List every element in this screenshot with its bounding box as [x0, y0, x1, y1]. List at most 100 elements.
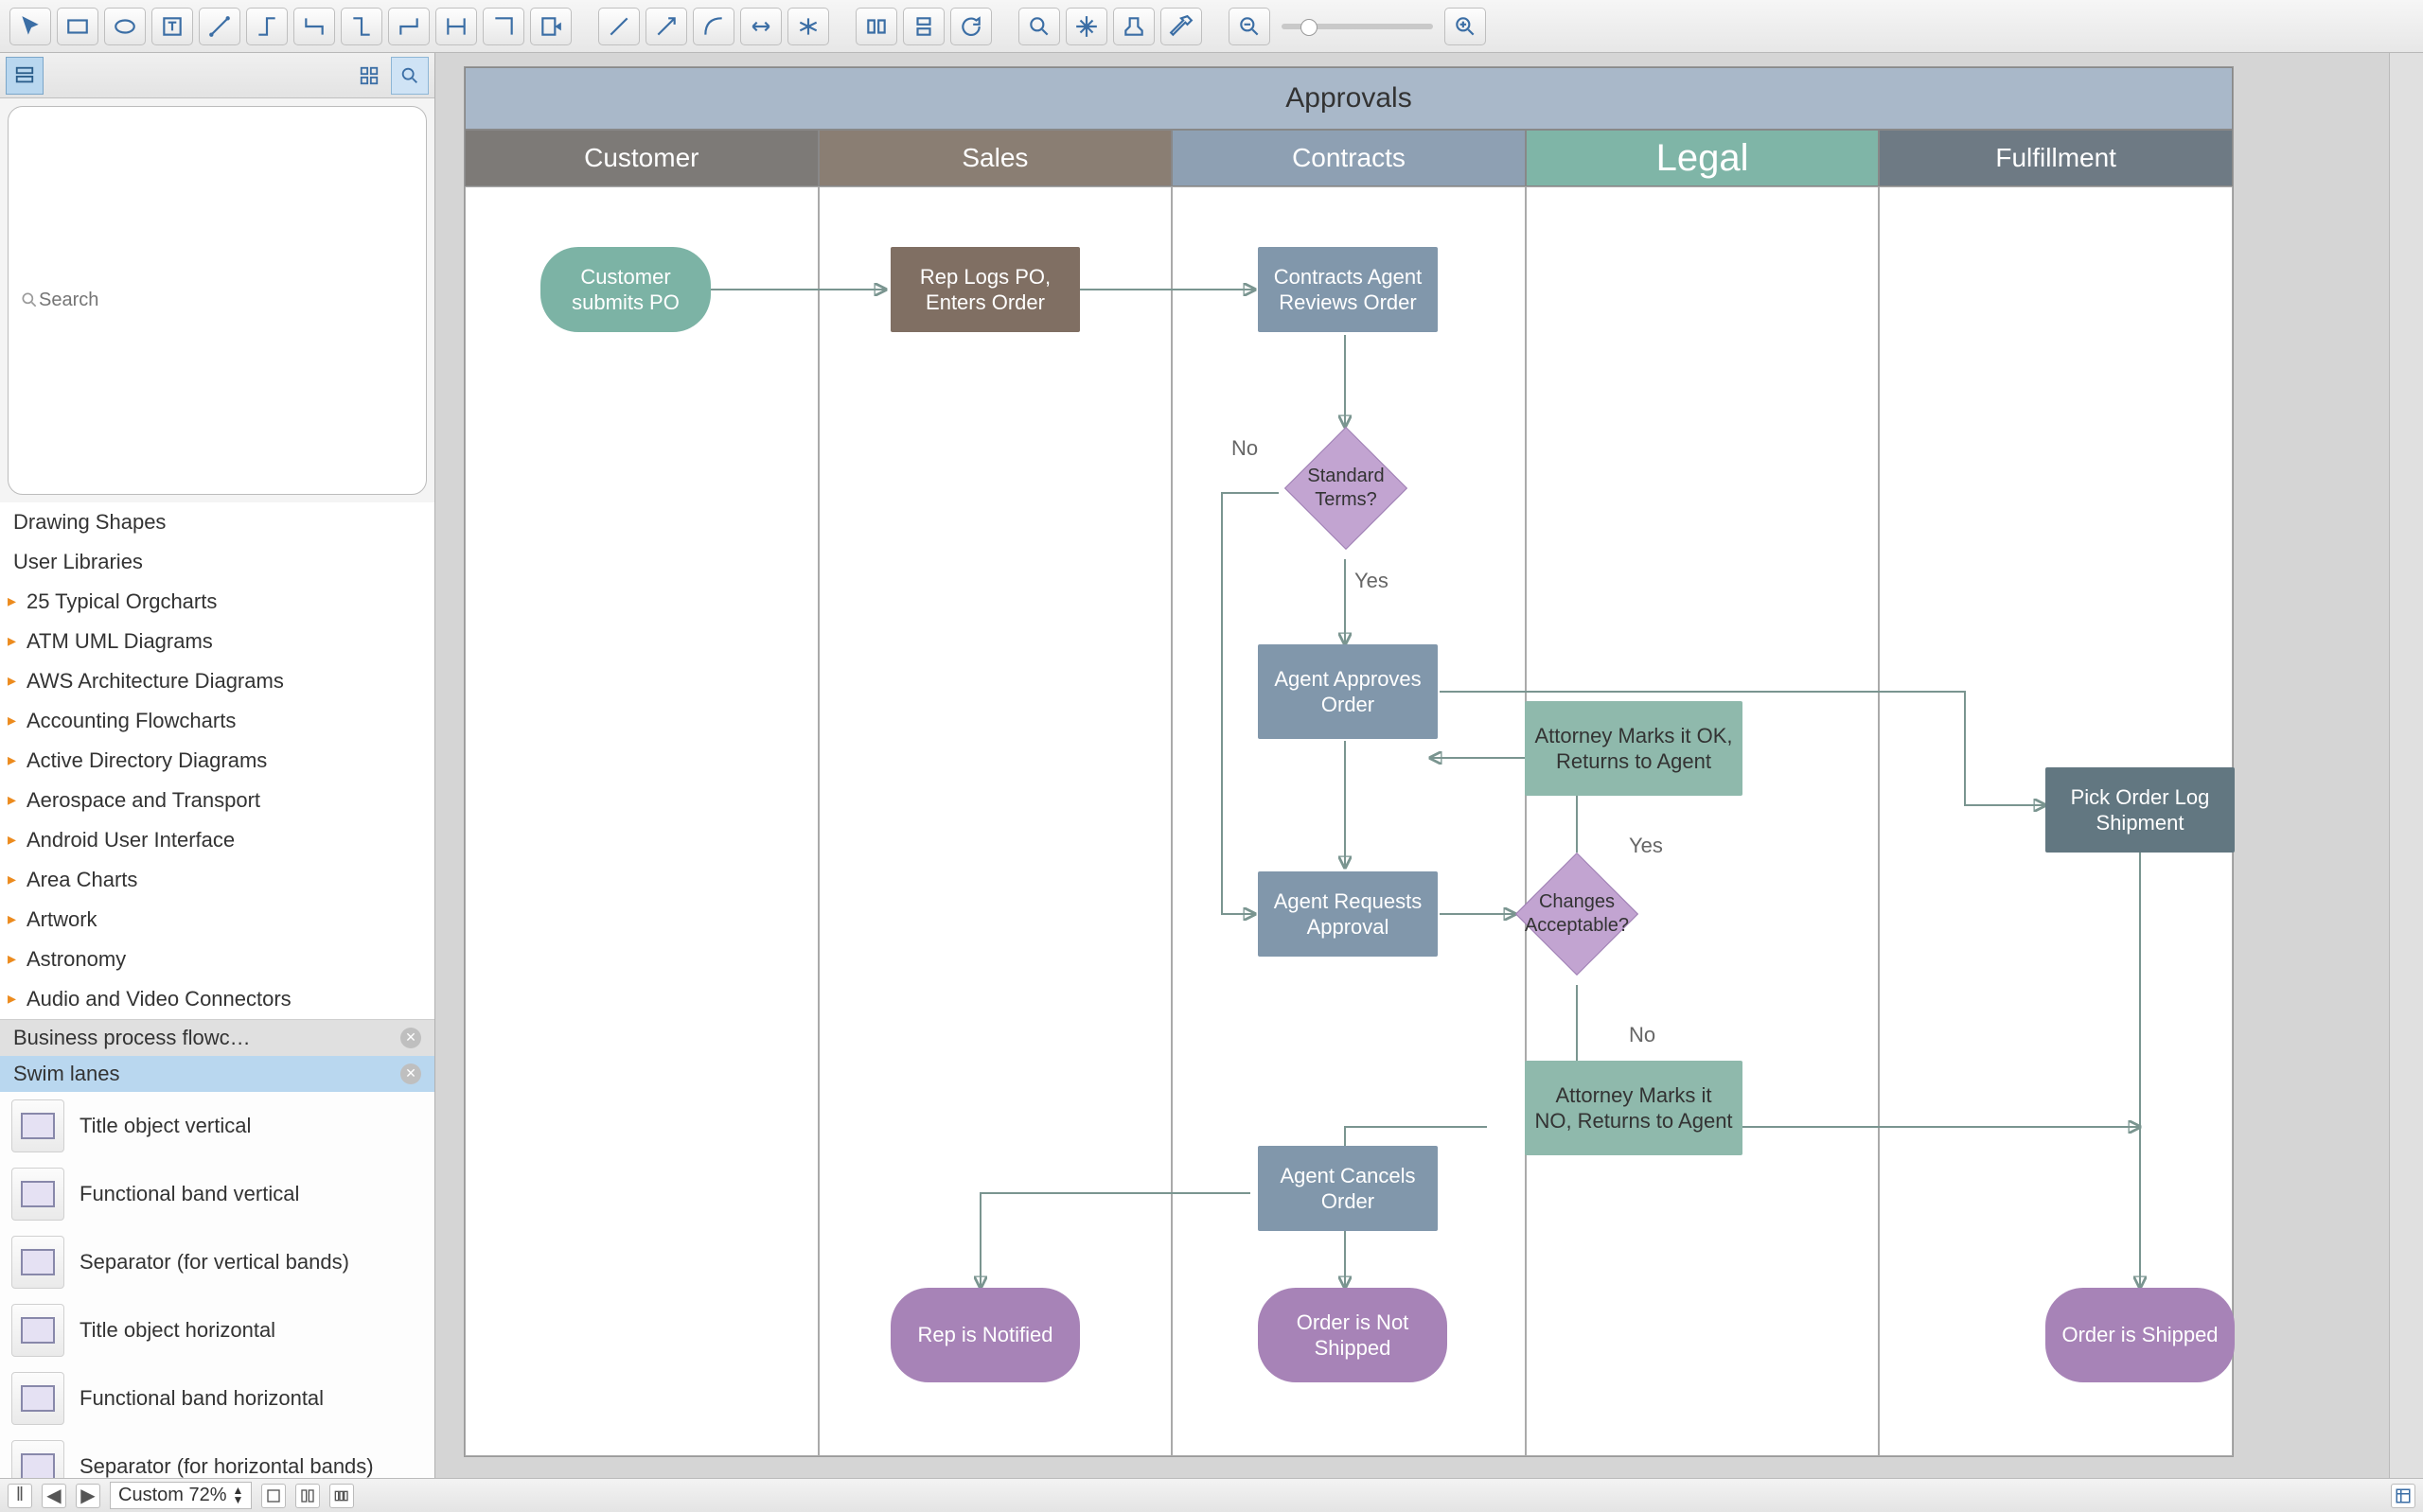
- search-view-icon[interactable]: [391, 57, 429, 95]
- tree-item[interactable]: 25 Typical Orgcharts: [0, 582, 434, 622]
- view-mode-3[interactable]: [329, 1484, 354, 1508]
- ellipse-tool[interactable]: [104, 8, 146, 45]
- curve-tool[interactable]: [693, 8, 734, 45]
- tree-item[interactable]: Active Directory Diagrams: [0, 741, 434, 781]
- tree-item[interactable]: Accounting Flowcharts: [0, 701, 434, 741]
- flip-h-tool[interactable]: [856, 8, 897, 45]
- connector-tool-2[interactable]: [246, 8, 288, 45]
- lane[interactable]: [819, 186, 1173, 1456]
- lane-header[interactable]: Customer: [465, 130, 819, 186]
- node-not-shipped[interactable]: Order is Not Shipped: [1258, 1288, 1447, 1382]
- shape-item[interactable]: Title object horizontal: [0, 1296, 434, 1364]
- lane[interactable]: [1526, 186, 1880, 1456]
- connector-tool-4[interactable]: [341, 8, 382, 45]
- tree-item[interactable]: Astronomy: [0, 940, 434, 979]
- node-agent-cancels[interactable]: Agent Cancels Order: [1258, 1146, 1438, 1231]
- node-rep-notified[interactable]: Rep is Notified: [891, 1288, 1080, 1382]
- lane-header[interactable]: Contracts: [1172, 130, 1526, 186]
- node-attorney-ok[interactable]: Attorney Marks it OK, Returns to Agent: [1525, 701, 1742, 796]
- swimlane-title[interactable]: Approvals: [465, 67, 2233, 130]
- shape-item[interactable]: Title object vertical: [0, 1092, 434, 1160]
- toolbar: [0, 0, 2423, 53]
- library-tab[interactable]: Business process flowc…✕: [0, 1020, 434, 1056]
- shape-thumb-icon: [11, 1168, 64, 1221]
- connector-tool-7[interactable]: [483, 8, 524, 45]
- eyedropper-tool[interactable]: [1160, 8, 1202, 45]
- label-yes: Yes: [1354, 569, 1388, 593]
- lane[interactable]: [1172, 186, 1526, 1456]
- lane-header[interactable]: Legal: [1526, 130, 1880, 186]
- zoom-out-button[interactable]: [1229, 8, 1270, 45]
- canvas-viewport[interactable]: Approvals Customer Sales Contracts Legal…: [435, 53, 2389, 1478]
- tree-item[interactable]: AWS Architecture Diagrams: [0, 661, 434, 701]
- view-mode-2[interactable]: [295, 1484, 320, 1508]
- shape-item[interactable]: Separator (for horizontal bands): [0, 1433, 434, 1479]
- node-contracts-review[interactable]: Contracts Agent Reviews Order: [1258, 247, 1438, 332]
- connector-tool-1[interactable]: [199, 8, 240, 45]
- close-icon[interactable]: ✕: [400, 1064, 421, 1084]
- stamp-tool[interactable]: [1113, 8, 1155, 45]
- tree-item[interactable]: Artwork: [0, 900, 434, 940]
- connector-tool-5[interactable]: [388, 8, 430, 45]
- node-attorney-no[interactable]: Attorney Marks it NO, Returns to Agent: [1525, 1061, 1742, 1155]
- connector-tool-3[interactable]: [293, 8, 335, 45]
- line-tool[interactable]: [598, 8, 640, 45]
- zoom-tool[interactable]: [1018, 8, 1060, 45]
- double-arrow-tool[interactable]: [740, 8, 782, 45]
- library-view-icon[interactable]: [6, 57, 44, 95]
- node-agent-requests[interactable]: Agent Requests Approval: [1258, 871, 1438, 957]
- library-tabs: Business process flowc…✕ Swim lanes✕: [0, 1020, 434, 1092]
- export-tool[interactable]: [530, 8, 572, 45]
- shape-item[interactable]: Functional band horizontal: [0, 1364, 434, 1433]
- shape-thumb-icon: [11, 1372, 64, 1425]
- node-standard-terms[interactable]: Standard Terms?: [1284, 427, 1407, 550]
- search-input[interactable]: [39, 290, 415, 311]
- grid-view-icon[interactable]: [353, 60, 385, 92]
- tree-item[interactable]: Area Charts: [0, 860, 434, 900]
- shape-thumb-icon: [11, 1440, 64, 1479]
- stepper-icon[interactable]: ▲▼: [233, 1486, 244, 1504]
- node-pick-order[interactable]: Pick Order Log Shipment: [2045, 767, 2235, 853]
- arrow-tool[interactable]: [646, 8, 687, 45]
- library-tab[interactable]: Swim lanes✕: [0, 1056, 434, 1092]
- view-mode-1[interactable]: [261, 1484, 286, 1508]
- tree-item[interactable]: User Libraries: [0, 542, 434, 582]
- close-icon[interactable]: ✕: [400, 1028, 421, 1048]
- drawing-page[interactable]: Approvals Customer Sales Contracts Legal…: [464, 66, 2234, 1457]
- prev-page-button[interactable]: ◀: [42, 1484, 66, 1508]
- lane[interactable]: [465, 186, 819, 1456]
- node-rep-logs[interactable]: Rep Logs PO, Enters Order: [891, 247, 1080, 332]
- node-customer-po[interactable]: Customer submits PO: [540, 247, 711, 332]
- sidebar: Drawing Shapes User Libraries 25 Typical…: [0, 53, 435, 1478]
- zoom-in-button[interactable]: [1444, 8, 1486, 45]
- shape-item[interactable]: Separator (for vertical bands): [0, 1228, 434, 1296]
- tree-item[interactable]: Drawing Shapes: [0, 502, 434, 542]
- node-shipped[interactable]: Order is Shipped: [2045, 1288, 2235, 1382]
- rectangle-tool[interactable]: [57, 8, 98, 45]
- pan-tool[interactable]: [1066, 8, 1107, 45]
- zoom-field[interactable]: Custom 72% ▲▼: [110, 1482, 252, 1509]
- tree-item[interactable]: ATM UML Diagrams: [0, 622, 434, 661]
- pause-icon[interactable]: ‖: [8, 1484, 32, 1508]
- zoom-slider[interactable]: [1282, 24, 1433, 29]
- node-changes-acceptable[interactable]: Changes Acceptable?: [1515, 853, 1638, 976]
- rotate-tool[interactable]: [950, 8, 992, 45]
- shape-item[interactable]: Functional band vertical: [0, 1160, 434, 1228]
- tree-item[interactable]: Audio and Video Connectors: [0, 979, 434, 1019]
- search-field-wrap[interactable]: [8, 106, 427, 495]
- node-agent-approves[interactable]: Agent Approves Order: [1258, 644, 1438, 739]
- tree-item[interactable]: Aerospace and Transport: [0, 781, 434, 820]
- lane-header[interactable]: Fulfillment: [1879, 130, 2233, 186]
- fit-view-button[interactable]: [2391, 1484, 2415, 1508]
- text-tool[interactable]: [151, 8, 193, 45]
- multi-connect-tool[interactable]: [787, 8, 829, 45]
- tree-item[interactable]: Android User Interface: [0, 820, 434, 860]
- lane-header[interactable]: Sales: [819, 130, 1173, 186]
- flip-v-tool[interactable]: [903, 8, 945, 45]
- sidebar-header: [0, 53, 434, 98]
- vertical-scrollbar[interactable]: [2389, 53, 2423, 1478]
- label-no: No: [1629, 1023, 1655, 1047]
- next-page-button[interactable]: ▶: [76, 1484, 100, 1508]
- pointer-tool[interactable]: [9, 8, 51, 45]
- connector-tool-6[interactable]: [435, 8, 477, 45]
